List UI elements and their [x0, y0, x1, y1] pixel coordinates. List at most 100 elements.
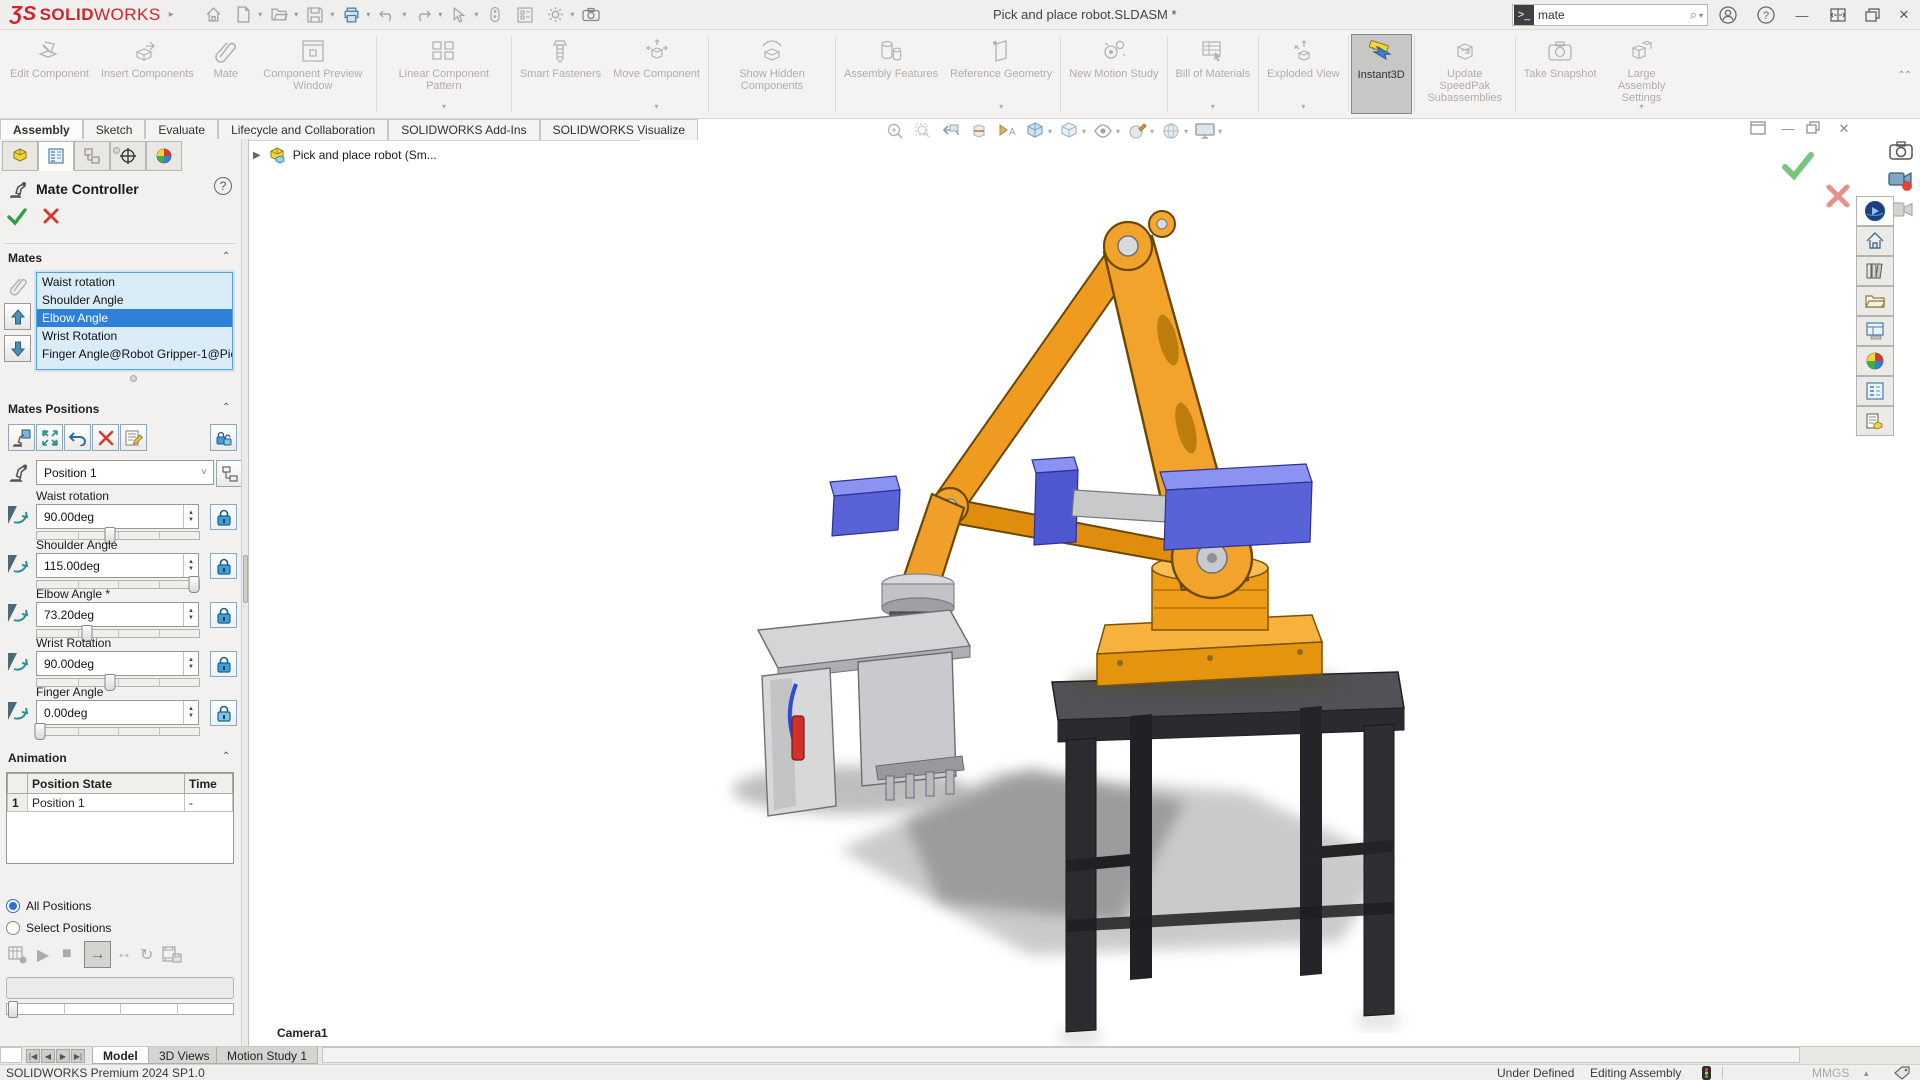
panel-help-icon[interactable]: ?: [214, 177, 232, 195]
solidworks-resources-tab[interactable]: [1856, 406, 1894, 436]
mate-item[interactable]: Shoulder Angle: [37, 291, 232, 309]
lock-button[interactable]: [210, 700, 237, 726]
graphics-area[interactable]: ▶ Pick and place robot (Sm... Camera1: [249, 141, 1920, 1046]
units-selector[interactable]: MMGS: [1812, 1066, 1849, 1080]
annotation-visibility-icon[interactable]: A: [996, 121, 1018, 141]
camera-icon[interactable]: [1889, 141, 1913, 161]
last-tab-icon[interactable]: ▶|: [71, 1049, 85, 1063]
spinner-icon[interactable]: ▲▼: [183, 603, 198, 626]
redo-icon[interactable]: [410, 3, 436, 27]
undo-icon[interactable]: [374, 3, 400, 27]
spinner-icon[interactable]: ▲▼: [183, 701, 198, 724]
ribbon-edit-component[interactable]: Edit Component: [4, 34, 95, 114]
dropdown-caret-icon[interactable]: ▾: [655, 101, 659, 113]
animation-table[interactable]: Position State Time 1 Position 1 -: [6, 772, 234, 864]
doc-restore-icon[interactable]: [1806, 121, 1826, 137]
hide-show-items-icon[interactable]: [1092, 121, 1114, 141]
new-window-icon[interactable]: [1750, 121, 1770, 137]
dropdown-caret-icon[interactable]: ▾: [999, 101, 1003, 113]
animation-progress-bar[interactable]: [6, 977, 234, 999]
previous-view-icon[interactable]: [940, 121, 962, 141]
lock-button[interactable]: [210, 504, 237, 530]
add-position-button[interactable]: [8, 424, 35, 451]
save-animation-icon[interactable]: [162, 945, 182, 965]
rename-position-button[interactable]: [120, 424, 147, 451]
help-icon[interactable]: ?: [1752, 3, 1780, 27]
dropdown-caret-icon[interactable]: ▾: [442, 101, 446, 113]
play-icon[interactable]: ▶: [37, 945, 49, 965]
delete-position-button[interactable]: [92, 424, 119, 451]
panel-splitter[interactable]: [241, 139, 249, 1046]
slider-value-input[interactable]: 0.00deg▲▼: [36, 700, 199, 725]
timeline-thumb[interactable]: [8, 1001, 18, 1018]
mate-item[interactable]: Waist rotation: [37, 273, 232, 291]
home-icon[interactable]: [200, 3, 226, 27]
slider-thumb[interactable]: [189, 576, 200, 593]
units-caret-icon[interactable]: ▴: [1864, 1068, 1869, 1079]
search-box[interactable]: >_ mate ⌕ ▾: [1512, 4, 1708, 26]
update-positions-button[interactable]: [36, 424, 63, 451]
lock-button[interactable]: [210, 553, 237, 579]
positions-section-header[interactable]: Mates Positions: [8, 402, 99, 416]
account-icon[interactable]: [1714, 3, 1742, 27]
ribbon-take-snapshot[interactable]: Take Snapshot: [1518, 34, 1603, 114]
next-tab-icon[interactable]: ▶: [56, 1049, 70, 1063]
doc-close-icon[interactable]: ✕: [1834, 121, 1854, 137]
move-mate-down-button[interactable]: [4, 335, 31, 362]
tab-model[interactable]: Model: [92, 1047, 149, 1064]
ribbon-update-speedpak[interactable]: Update SpeedPak Subassemblies: [1417, 34, 1513, 114]
animation-settings-icon[interactable]: [8, 945, 28, 965]
slider-thumb[interactable]: [35, 723, 46, 740]
options-gear-icon[interactable]: [542, 3, 568, 27]
new-document-icon[interactable]: [230, 3, 256, 27]
collapse-caret-icon[interactable]: ⌃: [222, 402, 230, 413]
screen-capture-icon[interactable]: [578, 3, 604, 27]
tab-motion-study[interactable]: Motion Study 1: [216, 1047, 318, 1064]
select-cursor-icon[interactable]: [446, 3, 472, 27]
slider-value-input[interactable]: 73.20deg▲▼: [36, 602, 199, 627]
ribbon-move-component[interactable]: Move Component▾: [607, 34, 706, 114]
tab-sketch[interactable]: Sketch: [83, 119, 146, 140]
position-dropdown[interactable]: Position 1 ˅: [36, 460, 214, 485]
lock-button[interactable]: [210, 651, 237, 677]
ribbon-insert-components[interactable]: Insert Components: [95, 34, 200, 114]
slider-value-input[interactable]: 90.00deg▲▼: [36, 504, 199, 529]
tab-assembly[interactable]: Assembly: [0, 119, 83, 140]
property-manager-tab[interactable]: [38, 141, 74, 171]
search-icon[interactable]: ⌕: [1690, 7, 1697, 23]
threedexperience-tab[interactable]: [1856, 196, 1894, 226]
dropdown-caret-icon[interactable]: ▾: [1211, 101, 1215, 113]
move-mate-up-button[interactable]: [4, 303, 31, 330]
mate-item-selected[interactable]: Elbow Angle: [37, 309, 232, 327]
spinner-icon[interactable]: ▲▼: [183, 505, 198, 528]
configuration-manager-tab[interactable]: [74, 141, 110, 171]
ribbon-instant3d[interactable]: Instant3D: [1351, 34, 1412, 114]
confirm-corner-cancel[interactable]: [1825, 183, 1851, 209]
confirm-button[interactable]: [6, 207, 28, 227]
ribbon-show-hidden-components[interactable]: Show Hidden Components: [711, 34, 833, 114]
print-icon[interactable]: [338, 3, 364, 27]
splitter-grab-handle[interactable]: [243, 555, 248, 603]
slider-value-input[interactable]: 90.00deg▲▼: [36, 651, 199, 676]
search-caret-icon[interactable]: ▾: [1699, 11, 1703, 20]
record-video-icon[interactable]: [1888, 170, 1914, 192]
dropdown-caret-icon[interactable]: ▾: [1301, 101, 1305, 113]
breadcrumb[interactable]: ▶ Pick and place robot (Sm...: [253, 146, 437, 164]
doc-minimize-icon[interactable]: —: [1778, 121, 1798, 137]
all-positions-radio[interactable]: [6, 899, 20, 913]
loop-icon[interactable]: ↻: [140, 945, 153, 965]
minimize-button[interactable]: —: [1788, 3, 1816, 27]
collapse-caret-icon[interactable]: ⌃: [222, 251, 230, 262]
animation-section-header[interactable]: Animation: [8, 751, 67, 765]
view-orientation-icon[interactable]: [1024, 121, 1046, 141]
brand-expand-icon[interactable]: ▸: [169, 9, 175, 20]
spinner-icon[interactable]: ▲▼: [183, 554, 198, 577]
tag-icon[interactable]: [1894, 1066, 1910, 1080]
slider-thumb[interactable]: [104, 674, 115, 691]
ribbon-exploded-view[interactable]: Exploded View▾: [1261, 34, 1346, 114]
expand-arrow-icon[interactable]: ▶: [253, 150, 261, 161]
table-row[interactable]: 1 Position 1 -: [8, 794, 233, 812]
search-input[interactable]: mate: [1538, 8, 1690, 22]
step-forward-button[interactable]: →: [84, 941, 111, 968]
reset-positions-button[interactable]: [64, 424, 91, 451]
